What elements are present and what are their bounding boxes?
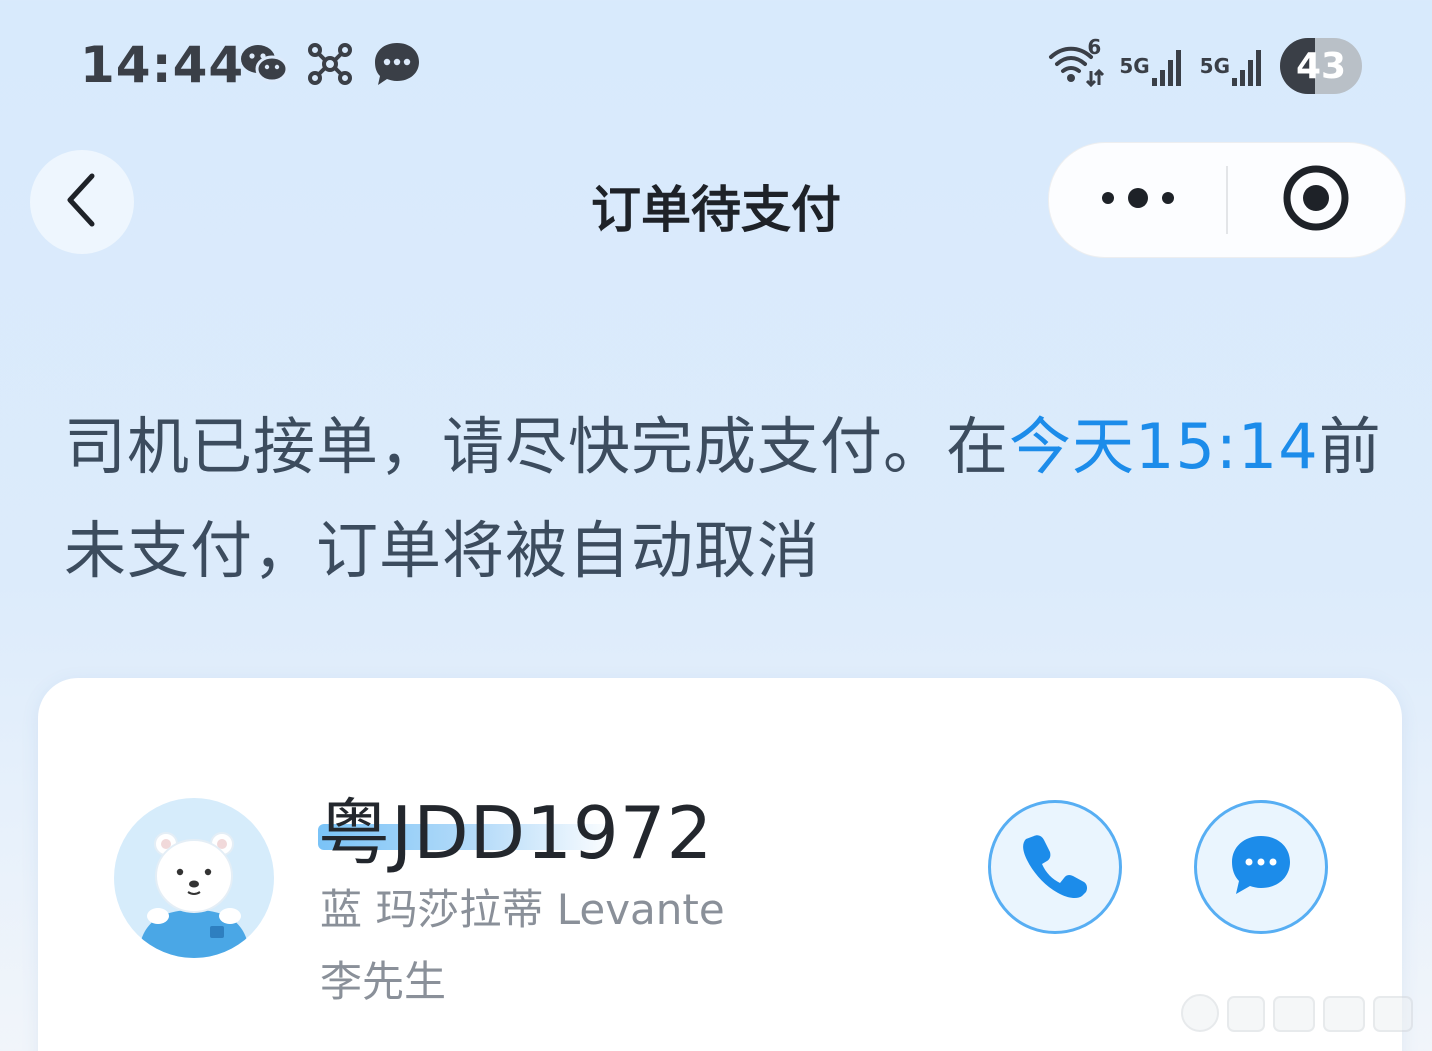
more-options-button[interactable] [1049,143,1226,257]
status-icons-right: 6 5G 5G 43 [1047,35,1362,94]
battery-indicator: 43 [1280,38,1362,94]
status-time: 14:44 [80,36,245,94]
signal-5g-2: 5G [1200,44,1266,88]
wechat-icon [240,42,289,90]
notice-deadline: 今天15:14 [1009,410,1319,483]
message-driver-button[interactable] [1194,800,1328,934]
phone-icon [1020,830,1090,904]
driver-name: 李先生 [320,957,447,1006]
license-plate-wrap: 粤JDD1972 [318,774,713,879]
target-close-icon [1281,163,1351,237]
notice-text-before: 司机已接单，请尽快完成支付。在 [64,410,1010,483]
chat-bubble-icon [1228,832,1294,902]
payment-notice: 司机已接单，请尽快完成支付。在今天15:14前未支付，订单将被自动取消 [64,395,1384,603]
car-model: 蓝 玛莎拉蒂 Levante [320,885,725,934]
call-driver-button[interactable] [988,800,1122,934]
close-mini-program-button[interactable] [1228,143,1405,257]
driver-avatar [114,798,274,958]
battery-level: 43 [1295,45,1347,87]
status-bar: 14:44 6 5G 5G 43 [0,0,1432,130]
status-icons-left [240,40,422,92]
signal-1-label: 5G [1119,54,1150,78]
message-bubble-icon [372,40,422,92]
license-plate: 粤JDD1972 [318,791,714,875]
wifi-icon: 6 [1047,35,1105,91]
signal-5g-1: 5G [1119,44,1185,88]
signal-2-label: 5G [1199,54,1230,78]
more-dots-icon [1098,186,1178,214]
wifi-badge: 6 [1087,35,1102,59]
signal-bars-icon [1232,50,1261,86]
signal-bars-icon [1151,50,1181,86]
network-cluster-icon [306,41,354,91]
watermark-logo [1178,991,1418,1039]
mini-program-capsule [1048,142,1406,258]
